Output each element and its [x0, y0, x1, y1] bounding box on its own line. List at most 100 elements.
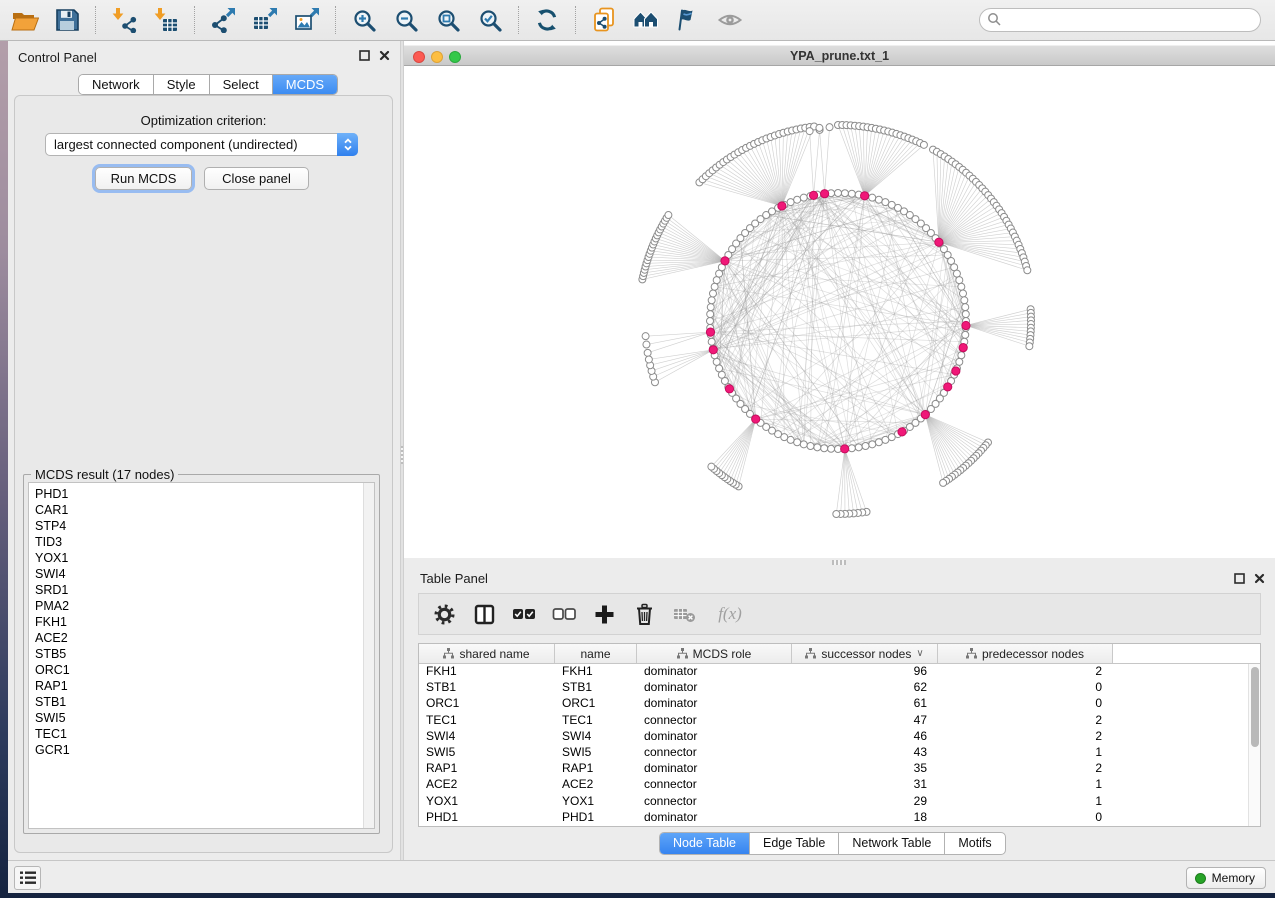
column-header-predecessor-nodes[interactable]: predecessor nodes	[938, 644, 1113, 663]
table-cell[interactable]: TEC1	[419, 713, 555, 729]
tab-network[interactable]: Network	[79, 75, 154, 94]
tab-network-table[interactable]: Network Table	[839, 833, 945, 854]
splitter-handle[interactable]	[832, 560, 846, 565]
table-cell[interactable]: 31	[792, 777, 938, 793]
table-cell[interactable]: SWI5	[419, 745, 555, 761]
table-cell[interactable]: 0	[938, 810, 1113, 826]
table-cell[interactable]: 61	[792, 696, 938, 712]
zoom-fit-button[interactable]	[427, 3, 469, 37]
tab-select[interactable]: Select	[210, 75, 273, 94]
mcds-node-item[interactable]: RAP1	[29, 678, 374, 694]
splitter-handle[interactable]	[401, 446, 403, 464]
mcds-node-item[interactable]: CAR1	[29, 502, 374, 518]
import-table-button[interactable]	[145, 3, 187, 37]
mcds-node-item[interactable]: YOX1	[29, 550, 374, 566]
horizontal-splitter[interactable]	[404, 558, 1275, 567]
table-row[interactable]: PHD1PHD1dominator180	[419, 810, 1260, 826]
table-cell[interactable]: dominator	[637, 761, 792, 777]
export-image-button[interactable]	[286, 3, 328, 37]
network-canvas[interactable]	[404, 67, 1275, 558]
mcds-node-item[interactable]: PHD1	[29, 486, 374, 502]
column-header-shared-name[interactable]: shared name	[419, 644, 555, 663]
table-cell[interactable]: connector	[637, 713, 792, 729]
table-cell[interactable]: dominator	[637, 664, 792, 680]
column-header-successor-nodes[interactable]: successor nodes∨	[792, 644, 938, 663]
table-row[interactable]: YOX1YOX1connector291	[419, 794, 1260, 810]
memory-button[interactable]: Memory	[1186, 867, 1266, 889]
tab-node-table[interactable]: Node Table	[660, 833, 750, 854]
table-cell[interactable]: dominator	[637, 696, 792, 712]
table-cell[interactable]: connector	[637, 777, 792, 793]
table-cell[interactable]: 18	[792, 810, 938, 826]
duplicate-network-button[interactable]	[583, 3, 625, 37]
table-row[interactable]: TEC1TEC1connector472	[419, 713, 1260, 729]
first-neighbors-button[interactable]	[625, 3, 667, 37]
table-cell[interactable]: 62	[792, 680, 938, 696]
table-cell[interactable]: ORC1	[419, 696, 555, 712]
refresh-view-button[interactable]	[526, 3, 568, 37]
mcds-node-item[interactable]: SWI4	[29, 566, 374, 582]
table-row[interactable]: FKH1FKH1dominator962	[419, 664, 1260, 680]
network-graph[interactable]	[404, 67, 1275, 558]
table-cell[interactable]: 46	[792, 729, 938, 745]
mcds-node-item[interactable]: ACE2	[29, 630, 374, 646]
mcds-node-item[interactable]: SWI5	[29, 710, 374, 726]
table-cell[interactable]: 1	[938, 777, 1113, 793]
table-cell[interactable]: ACE2	[555, 777, 637, 793]
table-cell[interactable]: FKH1	[555, 664, 637, 680]
task-history-button[interactable]	[14, 866, 41, 890]
mcds-node-item[interactable]: ORC1	[29, 662, 374, 678]
open-file-button[interactable]	[4, 3, 46, 37]
table-cell[interactable]: dominator	[637, 680, 792, 696]
network-titlebar[interactable]: YPA_prune.txt_1	[404, 45, 1275, 66]
table-row[interactable]: ACE2ACE2connector311	[419, 777, 1260, 793]
float-panel-button[interactable]	[359, 50, 370, 61]
table-cell[interactable]: 0	[938, 680, 1113, 696]
select-all-button[interactable]	[511, 601, 537, 627]
table-scrollbar[interactable]	[1248, 664, 1260, 826]
zoom-in-button[interactable]	[343, 3, 385, 37]
table-cell[interactable]: 2	[938, 729, 1113, 745]
column-header-MCDS-role[interactable]: MCDS role	[637, 644, 792, 663]
table-cell[interactable]: 35	[792, 761, 938, 777]
table-cell[interactable]: SWI4	[555, 729, 637, 745]
table-row[interactable]: SWI4SWI4dominator462	[419, 729, 1260, 745]
table-cell[interactable]: 1	[938, 794, 1113, 810]
table-cell[interactable]: dominator	[637, 810, 792, 826]
table-cell[interactable]: FKH1	[419, 664, 555, 680]
table-cell[interactable]: dominator	[637, 729, 792, 745]
column-header-name[interactable]: name	[555, 644, 637, 663]
close-panel-button[interactable]	[379, 50, 390, 61]
close-panel-button[interactable]	[1254, 573, 1265, 584]
table-cell[interactable]: TEC1	[555, 713, 637, 729]
table-cell[interactable]: 0	[938, 696, 1113, 712]
table-cell[interactable]: STB1	[419, 680, 555, 696]
run-mcds-button[interactable]: Run MCDS	[95, 167, 192, 190]
table-cell[interactable]: PHD1	[419, 810, 555, 826]
table-cell[interactable]: 43	[792, 745, 938, 761]
table-cell[interactable]: YOX1	[419, 794, 555, 810]
table-cell[interactable]: 2	[938, 713, 1113, 729]
mcds-result-list[interactable]: PHD1CAR1STP4TID3YOX1SWI4SRD1PMA2FKH1ACE2…	[28, 482, 375, 829]
mcds-node-item[interactable]: FKH1	[29, 614, 374, 630]
zoom-out-button[interactable]	[385, 3, 427, 37]
show-hide-button[interactable]	[709, 3, 751, 37]
mcds-node-item[interactable]: GCR1	[29, 742, 374, 758]
close-mcds-panel-button[interactable]: Close panel	[204, 167, 309, 190]
scrollbar-thumb[interactable]	[1251, 667, 1259, 747]
table-cell[interactable]: RAP1	[555, 761, 637, 777]
float-panel-button[interactable]	[1234, 573, 1245, 584]
table-row[interactable]: STB1STB1dominator620	[419, 680, 1260, 696]
tab-style[interactable]: Style	[154, 75, 210, 94]
tab-edge-table[interactable]: Edge Table	[750, 833, 839, 854]
export-table-button[interactable]	[244, 3, 286, 37]
import-network-button[interactable]	[103, 3, 145, 37]
mcds-node-item[interactable]: STB1	[29, 694, 374, 710]
table-cell[interactable]: YOX1	[555, 794, 637, 810]
add-column-button[interactable]	[591, 601, 617, 627]
mcds-node-item[interactable]: TEC1	[29, 726, 374, 742]
table-cell[interactable]: ORC1	[555, 696, 637, 712]
delete-column-button[interactable]	[631, 601, 657, 627]
save-session-button[interactable]	[46, 3, 88, 37]
table-row[interactable]: RAP1RAP1dominator352	[419, 761, 1260, 777]
